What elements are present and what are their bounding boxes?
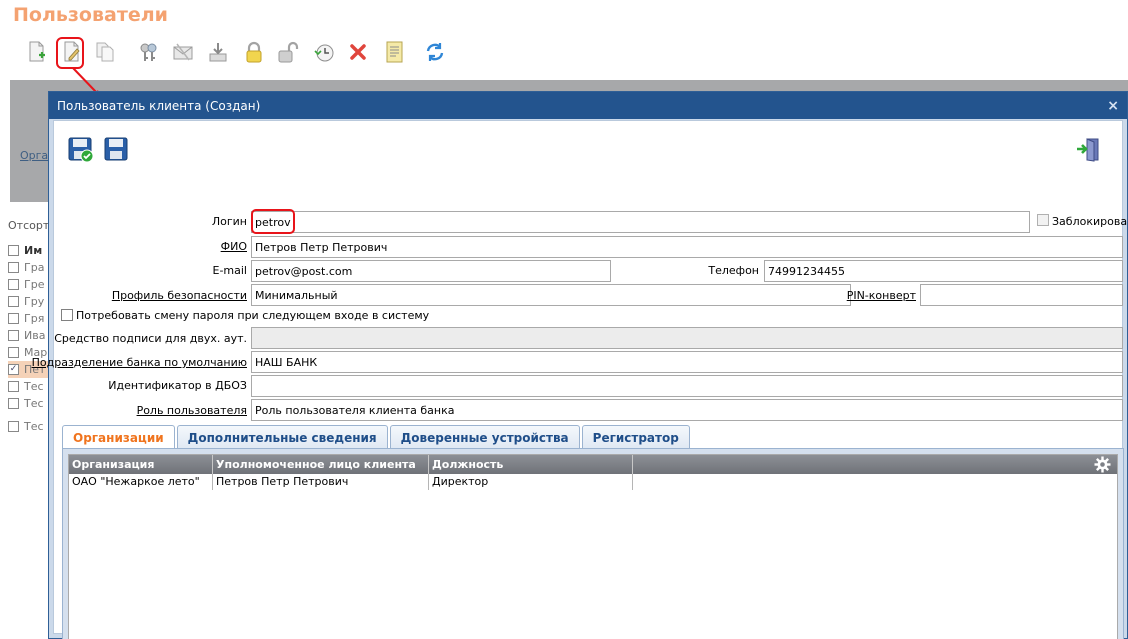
row-checkbox-checked[interactable]: ✓ xyxy=(8,364,19,375)
save-icon xyxy=(104,137,128,161)
pin-envelope-input[interactable] xyxy=(920,284,1123,306)
tab-registrar[interactable]: Регистратор xyxy=(581,425,690,449)
column-header-authorized-person[interactable]: Уполномоченное лицо клиента xyxy=(213,455,429,474)
signature-label: Средство подписи для двух. аут. xyxy=(54,332,247,345)
user-dialog: Пользователь клиента (Создан) × Логин pe… xyxy=(32,91,1128,639)
mail-icon[interactable] xyxy=(170,38,196,66)
list-item[interactable]: Ива xyxy=(8,327,50,344)
cell-authorized-person: Петров Петр Петрович xyxy=(213,474,429,490)
copy-doc-icon[interactable] xyxy=(92,38,118,66)
history-icon[interactable] xyxy=(311,38,337,66)
list-item[interactable]: Тес xyxy=(8,378,50,395)
save-button[interactable] xyxy=(104,137,132,165)
cell-organization: ОАО "Нежаркое лето" xyxy=(69,474,213,490)
dboz-label: Идентификатор в ДБОЗ xyxy=(108,379,247,392)
list-item[interactable]: Тес xyxy=(8,395,50,412)
fio-label-link[interactable]: ФИО xyxy=(221,240,247,253)
dialog-body: Логин Заблокирован ФИО E-mail Телефон Пр… xyxy=(32,120,1128,639)
login-input[interactable] xyxy=(251,211,1030,233)
department-input[interactable] xyxy=(251,351,1123,373)
list-item[interactable]: Гру xyxy=(8,293,50,310)
gear-icon[interactable] xyxy=(1094,456,1111,476)
column-header-organization[interactable]: Организация xyxy=(69,455,213,474)
report-icon[interactable] xyxy=(381,38,407,66)
role-input[interactable] xyxy=(251,399,1123,421)
table-row[interactable]: ОАО "Нежаркое лето" Петров Петр Петрович… xyxy=(69,474,1117,490)
change-password-label: Потребовать смену пароля при следующем в… xyxy=(76,309,430,322)
close-icon[interactable]: × xyxy=(1107,98,1119,114)
dialog-header[interactable]: Пользователь клиента (Создан) × xyxy=(49,92,1127,119)
login-highlight xyxy=(251,209,295,234)
dialog-title: Пользователь клиента (Создан) xyxy=(57,98,261,113)
download-icon[interactable] xyxy=(205,38,231,66)
row-checkbox[interactable] xyxy=(8,313,19,324)
pin-envelope-link[interactable]: PIN-конверт xyxy=(847,289,916,302)
tab-additional-info[interactable]: Дополнительные сведения xyxy=(176,425,388,449)
list-header: Им xyxy=(8,242,50,259)
tab-trusted-devices[interactable]: Доверенные устройства xyxy=(389,425,580,449)
blocked-checkbox[interactable] xyxy=(1037,214,1049,226)
keys-icon[interactable] xyxy=(136,38,162,66)
grid-header: Организация Уполномоченное лицо клиента … xyxy=(69,455,1117,474)
signature-input[interactable] xyxy=(251,327,1123,349)
list-item[interactable]: Тес xyxy=(8,418,50,435)
phone-input[interactable] xyxy=(764,260,1123,282)
change-password-checkbox[interactable] xyxy=(61,309,73,321)
list-item[interactable]: Гря xyxy=(8,310,50,327)
lock-icon[interactable] xyxy=(241,38,267,66)
edit-button-highlight xyxy=(56,37,84,69)
email-label: E-mail xyxy=(212,264,248,277)
tab-panel: Организация Уполномоченное лицо клиента … xyxy=(62,448,1124,639)
row-checkbox[interactable] xyxy=(8,421,19,432)
email-input[interactable] xyxy=(251,260,611,282)
unlock-icon[interactable] xyxy=(275,38,301,66)
role-link[interactable]: Роль пользователя xyxy=(137,404,247,417)
save-and-close-button[interactable] xyxy=(68,137,96,165)
exit-button[interactable] xyxy=(1075,137,1103,165)
row-checkbox[interactable] xyxy=(8,381,19,392)
list-item[interactable]: Гре xyxy=(8,276,50,293)
fio-input[interactable] xyxy=(251,236,1123,258)
security-profile-input[interactable] xyxy=(251,284,851,306)
dboz-input[interactable] xyxy=(251,375,1123,397)
new-doc-icon[interactable] xyxy=(24,38,50,66)
tab-bar: Организации Дополнительные сведения Дове… xyxy=(62,425,690,449)
row-checkbox[interactable] xyxy=(8,279,19,290)
cell-position: Директор xyxy=(429,474,633,490)
organizations-grid: Организация Уполномоченное лицо клиента … xyxy=(68,454,1118,639)
user-list: Им Гра Гре Гру Гря Ива Мар ✓ Пет Тес Тес … xyxy=(8,242,50,435)
list-item[interactable]: Гра xyxy=(8,259,50,276)
save-check-icon xyxy=(68,137,94,163)
row-checkbox[interactable] xyxy=(8,330,19,341)
login-label: Логин xyxy=(211,215,247,228)
tab-organizations[interactable]: Организации xyxy=(62,425,175,449)
column-header-position[interactable]: Должность xyxy=(429,455,633,474)
blocked-label: Заблокирован xyxy=(1052,215,1128,228)
row-checkbox[interactable] xyxy=(8,262,19,273)
bg-organization-link[interactable]: Орга xyxy=(20,149,48,162)
refresh-icon[interactable] xyxy=(422,38,448,66)
delete-icon[interactable] xyxy=(345,38,371,66)
department-link[interactable]: Подразделение банка по умолчанию xyxy=(32,356,247,369)
row-checkbox[interactable] xyxy=(8,398,19,409)
page-title: Пользователи xyxy=(13,4,168,26)
phone-label: Телефон xyxy=(708,264,759,277)
row-checkbox[interactable] xyxy=(8,296,19,307)
row-checkbox[interactable] xyxy=(8,347,19,358)
select-all-checkbox[interactable] xyxy=(8,245,19,256)
security-profile-link[interactable]: Профиль безопасности xyxy=(112,289,247,302)
exit-door-icon xyxy=(1077,138,1099,162)
